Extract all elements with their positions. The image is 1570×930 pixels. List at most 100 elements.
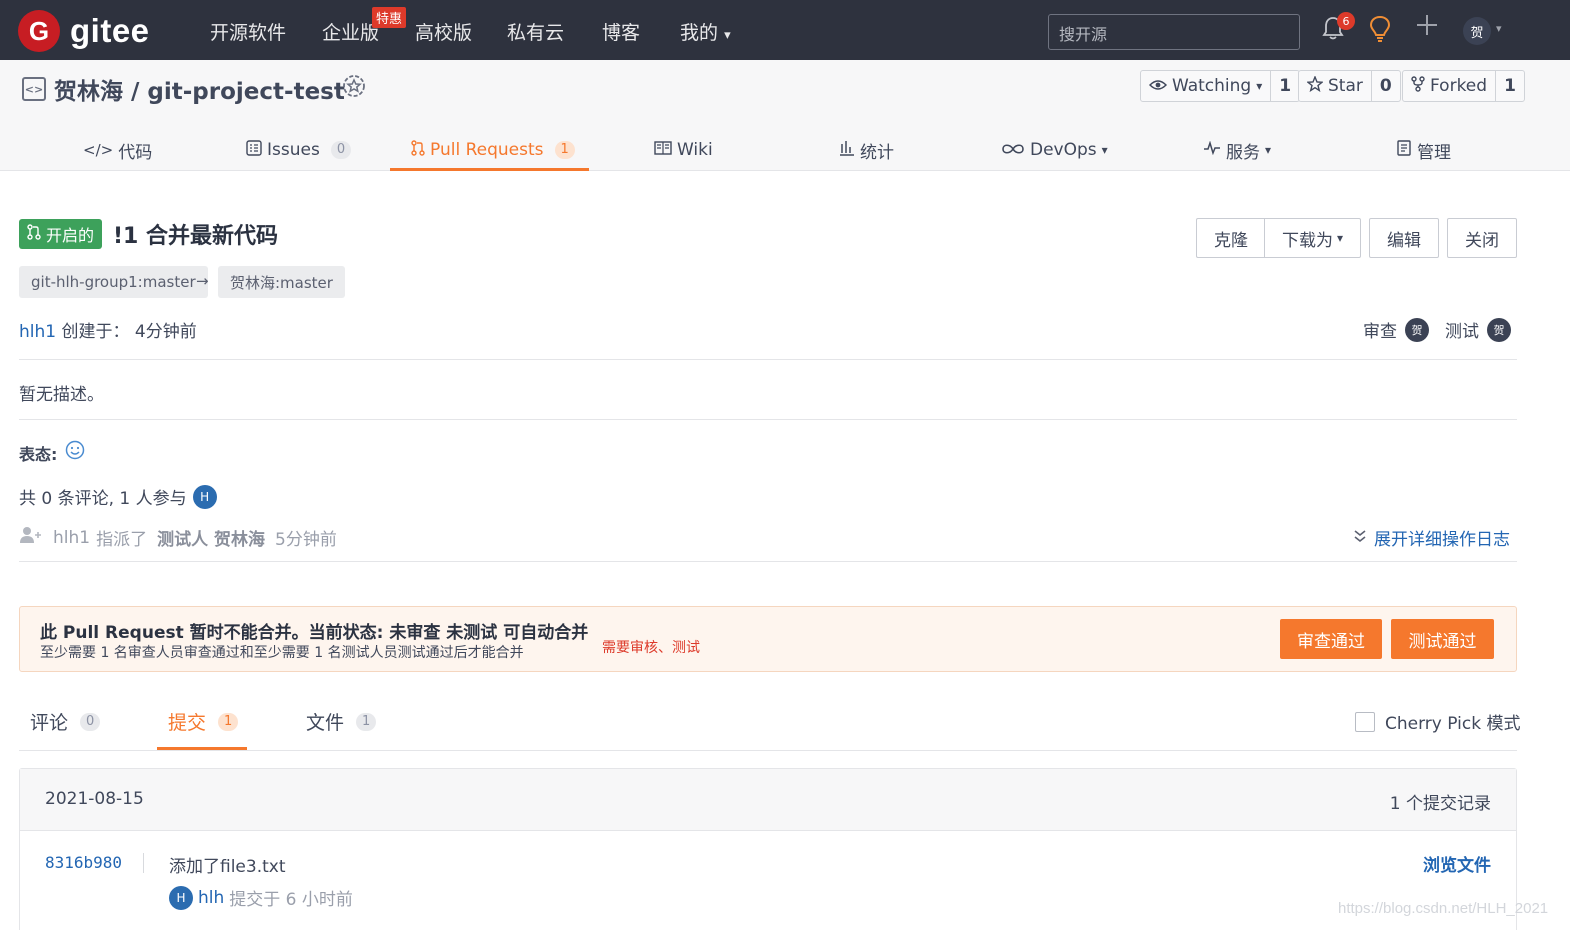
- watch-button[interactable]: Watching ▾ 1: [1140, 70, 1301, 102]
- event-target: 测试人 贺林海: [157, 530, 266, 550]
- tester-group: 测试 贺: [1445, 317, 1511, 342]
- divider: [19, 561, 1517, 562]
- event-actor[interactable]: hlh1: [53, 528, 90, 548]
- chevron-down-icon: ▾: [1256, 79, 1263, 93]
- book-icon: [654, 140, 672, 160]
- commit-list: 2021-08-15 1 个提交记录 8316b980 添加了file3.txt…: [19, 768, 1517, 930]
- tab-devops[interactable]: DevOps ▾: [1001, 132, 1108, 168]
- browse-files-link[interactable]: 浏览文件: [1423, 851, 1491, 876]
- subtab-files[interactable]: 文件 1: [306, 708, 377, 735]
- nav-mine[interactable]: 我的 ▾: [680, 18, 731, 45]
- watch-count[interactable]: 1: [1270, 71, 1299, 101]
- fork-button[interactable]: Forked 1: [1402, 70, 1525, 102]
- tab-stats[interactable]: 统计: [839, 132, 894, 168]
- pulse-icon: [1203, 140, 1221, 160]
- target-branch[interactable]: 贺林海:master: [218, 266, 345, 298]
- participant-avatar[interactable]: H: [192, 484, 217, 509]
- tab-stats-label: 统计: [860, 142, 894, 163]
- nav-blog[interactable]: 博客: [602, 18, 640, 45]
- cherry-pick-label: Cherry Pick 模式: [1385, 714, 1521, 734]
- source-branch[interactable]: git-hlh-group1:master: [19, 266, 208, 298]
- commit-group-header: 2021-08-15 1 个提交记录: [20, 769, 1516, 831]
- pull-request-icon: [27, 224, 41, 244]
- approve-test-button[interactable]: 测试通过: [1391, 619, 1494, 659]
- eye-icon: [1148, 76, 1168, 96]
- reviewer-avatar[interactable]: 贺: [1405, 317, 1429, 342]
- reviewer-group: 审查 贺: [1363, 317, 1429, 342]
- reaction-row: 表态:: [19, 440, 85, 465]
- commit-message[interactable]: 添加了file3.txt: [169, 852, 286, 877]
- tab-code[interactable]: </> 代码: [83, 132, 152, 168]
- subtab-comments[interactable]: 评论 0: [30, 708, 101, 735]
- search-input[interactable]: 搜开源: [1048, 14, 1300, 50]
- chevron-down-icon: ▾: [1336, 231, 1344, 245]
- event-time: 5分钟前: [275, 530, 337, 550]
- tab-pull-requests[interactable]: Pull Requests 1: [411, 132, 575, 168]
- nav-private-cloud[interactable]: 私有云: [507, 18, 564, 45]
- user-avatar[interactable]: 贺: [1463, 17, 1491, 45]
- clone-button[interactable]: 克隆: [1196, 218, 1265, 258]
- reviewer-label: 审查: [1363, 322, 1397, 342]
- code-icon: </>: [83, 141, 114, 159]
- divider: [19, 419, 1517, 420]
- repo-tabs: </> 代码 Issues 0 Pull Requests 1 Wiki 统计 …: [0, 130, 1570, 171]
- pr-author-link[interactable]: hlh1: [19, 322, 56, 342]
- chevron-down-icon[interactable]: ▾: [1496, 22, 1502, 35]
- event-verb: 指派了: [96, 530, 148, 550]
- nav-open-source[interactable]: 开源软件: [210, 18, 286, 45]
- merge-requirement-note: 需要审核、测试: [602, 640, 700, 656]
- commit-group-date: 2021-08-15: [45, 789, 144, 809]
- divider: [19, 359, 1517, 360]
- expand-log-label: 展开详细操作日志: [1374, 530, 1510, 550]
- tab-code-label: 代码: [118, 142, 153, 163]
- commit-meta: H hlh 提交于 6 小时前: [169, 885, 353, 910]
- commit-sha-link[interactable]: 8316b980: [45, 853, 122, 872]
- gitee-logo[interactable]: G gitee: [18, 10, 150, 52]
- merge-status-title: 此 Pull Request 暂时不能合并。当前状态: 未审查 未测试 可自动合…: [40, 623, 589, 643]
- commit-total-count: 1 个提交记录: [1389, 794, 1491, 814]
- close-pr-button[interactable]: 关闭: [1447, 218, 1517, 258]
- nav-enterprise[interactable]: 企业版: [322, 18, 379, 45]
- watch-label: Watching: [1172, 76, 1252, 96]
- pr-description: 暂无描述。: [19, 385, 104, 405]
- smile-icon[interactable]: [65, 440, 85, 465]
- notification-count-badge: 6: [1337, 12, 1355, 30]
- commit-author-link[interactable]: hlh: [198, 888, 224, 908]
- download-button[interactable]: 下载为 ▾: [1264, 218, 1361, 258]
- watermark: https://blog.csdn.net/HLH_2021: [1338, 900, 1549, 917]
- tab-services-label: 服务: [1226, 142, 1260, 163]
- infinity-icon: [1001, 140, 1025, 160]
- tab-manage-label: 管理: [1417, 142, 1451, 163]
- divider: [19, 750, 1517, 751]
- plus-icon[interactable]: [1414, 12, 1440, 45]
- code-repo-icon: <>: [22, 77, 46, 101]
- cherry-pick-checkbox[interactable]: [1355, 711, 1375, 732]
- created-time: 4分钟前: [134, 322, 197, 342]
- commit-author-avatar[interactable]: H: [169, 885, 193, 910]
- top-navbar: G gitee 开源软件 企业版 特惠 高校版 私有云 博客 我的 ▾ 搜开源 …: [0, 0, 1570, 60]
- nav-mine-label: 我的: [680, 22, 719, 44]
- tab-issues[interactable]: Issues 0: [246, 132, 352, 168]
- comment-summary-text: 共 0 条评论, 1 人参与: [19, 489, 187, 509]
- nav-education[interactable]: 高校版: [415, 18, 472, 45]
- issues-count: 0: [330, 141, 352, 159]
- subtab-commits[interactable]: 提交 1: [168, 708, 239, 735]
- approve-review-button[interactable]: 审查通过: [1280, 619, 1382, 659]
- download-label: 下载为: [1281, 230, 1333, 251]
- files-count: 1: [356, 712, 377, 731]
- cherry-pick-toggle[interactable]: Cherry Pick 模式: [1355, 709, 1520, 734]
- fork-count[interactable]: 1: [1495, 71, 1524, 101]
- tab-manage[interactable]: 管理: [1396, 132, 1451, 168]
- award-badge-icon[interactable]: [341, 73, 367, 105]
- tester-avatar[interactable]: 贺: [1487, 317, 1511, 342]
- promo-badge: 特惠: [372, 7, 407, 28]
- tab-services[interactable]: 服务 ▾: [1203, 132, 1271, 168]
- expand-log-link[interactable]: 展开详细操作日志: [1354, 525, 1510, 550]
- star-button[interactable]: Star 0: [1298, 70, 1401, 102]
- edit-button[interactable]: 编辑: [1369, 218, 1439, 258]
- issues-icon: [246, 139, 262, 161]
- project-title[interactable]: 贺林海 / git-project-test: [54, 72, 345, 106]
- star-count[interactable]: 0: [1370, 71, 1400, 101]
- lightbulb-icon[interactable]: [1368, 15, 1392, 49]
- tab-wiki[interactable]: Wiki: [654, 132, 713, 168]
